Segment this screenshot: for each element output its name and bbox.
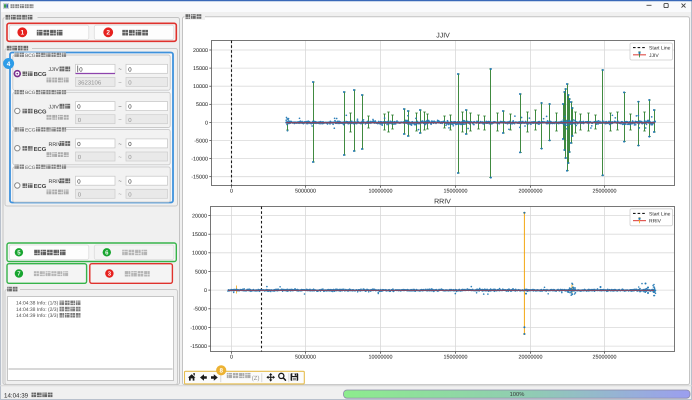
svg-text:ECG: ECG [25, 165, 36, 171]
svg-text:10000000: 10000000 [369, 189, 393, 195]
svg-text:-10000: -10000 [191, 157, 208, 163]
svg-text:Start Line: Start Line [649, 211, 671, 217]
svg-text:5000: 5000 [196, 102, 208, 108]
svg-text:BCG: BCG [25, 90, 36, 96]
svg-text:10000: 10000 [193, 84, 208, 90]
svg-text:BCG: BCG [34, 109, 47, 116]
svg-text:RRIV: RRIV [649, 219, 662, 225]
svg-text:~: ~ [118, 118, 122, 124]
svg-text:5000: 5000 [195, 269, 207, 275]
svg-text:20000: 20000 [192, 213, 207, 219]
svg-text:20000000: 20000000 [519, 189, 543, 195]
svg-text:BCG: BCG [25, 53, 36, 59]
svg-text:14:04:38 Info: (1/3): 14:04:38 Info: (1/3) [16, 301, 59, 307]
svg-text:0: 0 [205, 120, 208, 126]
svg-text:-15000: -15000 [191, 175, 208, 181]
svg-text:0: 0 [230, 355, 233, 361]
svg-text:~: ~ [118, 155, 122, 161]
svg-text:1: 1 [20, 30, 24, 37]
svg-text:15000000: 15000000 [444, 355, 468, 361]
svg-text:14:04:39: 14:04:39 [4, 392, 29, 399]
svg-text:~: ~ [118, 105, 122, 111]
svg-text:-5000: -5000 [194, 138, 208, 144]
svg-text:~: ~ [118, 80, 122, 86]
svg-text:0: 0 [230, 189, 233, 195]
svg-text:~: ~ [118, 192, 122, 198]
svg-text:~: ~ [118, 142, 122, 148]
svg-text:ECG: ECG [25, 128, 36, 134]
svg-text:-5000: -5000 [193, 307, 207, 313]
svg-text:15000000: 15000000 [444, 189, 468, 195]
svg-text:ECG: ECG [34, 183, 47, 190]
svg-text:~: ~ [118, 179, 122, 185]
svg-text:BCG: BCG [34, 71, 47, 78]
svg-text:Start Line: Start Line [649, 46, 671, 52]
svg-text:JJIV: JJIV [49, 67, 60, 73]
svg-text:JJIV: JJIV [649, 53, 659, 59]
svg-text:8: 8 [219, 368, 223, 375]
svg-text:14:04:39 Info: (3/3): 14:04:39 Info: (3/3) [16, 313, 59, 319]
svg-text:25000000: 25000000 [593, 189, 617, 195]
svg-text:10000000: 10000000 [369, 355, 393, 361]
svg-text:5000000: 5000000 [295, 355, 316, 361]
svg-text:RRIV: RRIV [434, 199, 451, 206]
svg-text:20000: 20000 [193, 48, 208, 54]
svg-text:JJIV: JJIV [436, 33, 450, 40]
svg-text:14:04:38 Info: (2/3): 14:04:38 Info: (2/3) [16, 307, 59, 313]
svg-text:100%: 100% [510, 391, 525, 398]
svg-text:3623106: 3623106 [78, 80, 102, 87]
svg-text:10000: 10000 [192, 251, 207, 257]
svg-text:JJIV: JJIV [49, 105, 60, 111]
svg-text:5000000: 5000000 [295, 189, 316, 195]
svg-text:4: 4 [7, 61, 11, 68]
svg-text:-10000: -10000 [190, 325, 207, 331]
svg-text:ECG: ECG [34, 146, 47, 153]
svg-text:20000000: 20000000 [519, 355, 543, 361]
svg-text:-15000: -15000 [190, 344, 207, 350]
svg-text:2: 2 [106, 30, 110, 37]
svg-text:~: ~ [118, 67, 122, 73]
svg-text:25000000: 25000000 [593, 355, 617, 361]
svg-text:15000: 15000 [193, 66, 208, 72]
svg-text:15000: 15000 [192, 232, 207, 238]
svg-text:(Z): (Z) [252, 375, 260, 382]
svg-text:0: 0 [204, 288, 207, 294]
